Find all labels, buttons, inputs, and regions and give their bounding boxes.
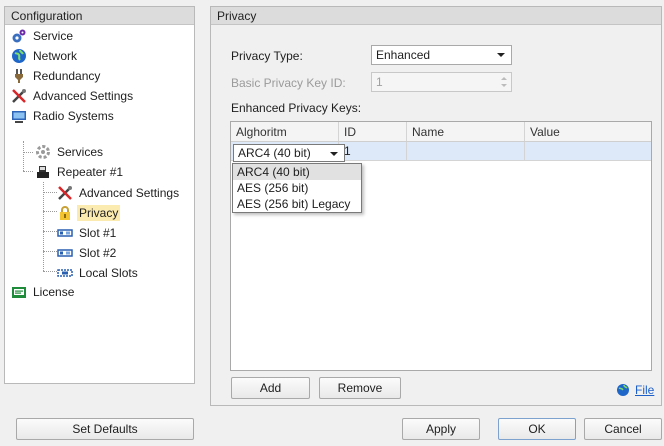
tree-label: Advanced Settings xyxy=(79,185,180,200)
tree-label: Redundancy xyxy=(33,68,101,83)
tree-item-slot-2[interactable]: Slot #2 xyxy=(57,243,118,262)
services-gear-icon xyxy=(36,144,50,159)
privacy-type-select[interactable]: Enhanced xyxy=(371,45,512,65)
repeater-icon xyxy=(37,165,49,178)
tree-label: Service xyxy=(33,28,74,43)
algorithm-dropdown: ARC4 (40 bit) AES (256 bit) AES (256 bit… xyxy=(232,163,362,213)
slot-icon xyxy=(57,228,73,237)
network-globe-icon xyxy=(12,48,26,63)
algorithm-editor-value: ARC4 (40 bit) xyxy=(238,146,311,160)
tree-item-license[interactable]: License xyxy=(11,282,76,301)
apply-button[interactable]: Apply xyxy=(402,418,480,440)
privacy-header: Privacy xyxy=(211,7,661,25)
spin-down-icon xyxy=(501,84,507,87)
cell-value[interactable] xyxy=(525,142,651,160)
tree-label: Slot #2 xyxy=(79,245,117,260)
column-header-id[interactable]: ID xyxy=(339,122,407,141)
set-defaults-button[interactable]: Set Defaults xyxy=(16,418,194,440)
tree-item-local-slots[interactable]: Local Slots xyxy=(57,263,140,282)
tools-icon xyxy=(12,88,26,103)
tree-item-slot-1[interactable]: Slot #1 xyxy=(57,223,118,242)
cancel-button[interactable]: Cancel xyxy=(584,418,662,440)
lock-icon xyxy=(60,205,70,220)
basic-privacy-key-label: Basic Privacy Key ID: xyxy=(231,76,346,90)
tree-item-repeater-advanced-settings[interactable]: Advanced Settings xyxy=(57,183,181,202)
license-icon xyxy=(12,286,26,298)
add-button[interactable]: Add xyxy=(231,377,310,399)
column-header-algorithm[interactable]: Alghoritm xyxy=(231,122,339,141)
tree-label: Network xyxy=(33,48,78,63)
algorithm-cell-editor[interactable]: ARC4 (40 bit) xyxy=(233,144,345,162)
redundancy-plug-icon xyxy=(15,68,23,83)
grid-header: Alghoritm ID Name Value xyxy=(231,122,651,142)
tree-label: Services xyxy=(57,144,104,159)
ok-button[interactable]: OK xyxy=(498,418,576,440)
tree-item-repeater-1[interactable]: Repeater #1 xyxy=(35,162,125,181)
cell-id[interactable]: 1 xyxy=(339,142,407,160)
column-header-name[interactable]: Name xyxy=(407,122,525,141)
tree-label: License xyxy=(33,284,75,299)
tree-item-privacy[interactable]: Privacy xyxy=(57,203,121,222)
file-link[interactable]: File xyxy=(635,383,654,397)
chevron-down-icon xyxy=(497,53,505,57)
tree-label: Privacy xyxy=(77,204,121,221)
tree-item-radio-systems[interactable]: Radio Systems xyxy=(11,106,116,125)
basic-privacy-key-value: 1 xyxy=(376,75,383,89)
slot-icon xyxy=(57,248,73,257)
tools-icon xyxy=(58,185,72,200)
remove-button[interactable]: Remove xyxy=(319,377,401,399)
tree-item-advanced-settings[interactable]: Advanced Settings xyxy=(11,86,135,105)
configuration-header: Configuration xyxy=(5,7,194,25)
tree-item-redundancy[interactable]: Redundancy xyxy=(11,66,102,85)
tree-item-service[interactable]: Service xyxy=(11,26,75,45)
enhanced-privacy-keys-label: Enhanced Privacy Keys: xyxy=(231,101,362,115)
dropdown-option-arc4[interactable]: ARC4 (40 bit) xyxy=(233,164,361,180)
radio-systems-icon xyxy=(12,110,26,123)
service-gear-icon xyxy=(12,29,26,42)
privacy-type-label: Privacy Type: xyxy=(231,49,303,63)
file-globe-icon[interactable] xyxy=(614,382,632,398)
dropdown-option-aes-legacy[interactable]: AES (256 bit) Legacy xyxy=(233,196,361,212)
tree-item-services[interactable]: Services xyxy=(35,142,105,161)
tree-label: Repeater #1 xyxy=(57,164,124,179)
column-header-value[interactable]: Value xyxy=(525,122,651,141)
configuration-panel: Configuration Service Network Redundancy… xyxy=(4,6,195,384)
enhanced-keys-grid[interactable]: Alghoritm ID Name Value 1 ARC4 (40 bit) xyxy=(230,121,652,371)
cell-name[interactable] xyxy=(407,142,525,160)
dropdown-option-aes[interactable]: AES (256 bit) xyxy=(233,180,361,196)
local-slot-icon xyxy=(57,268,73,277)
tree-label: Advanced Settings xyxy=(33,88,134,103)
tree-label: Local Slots xyxy=(79,265,138,280)
chevron-down-icon[interactable] xyxy=(330,152,338,156)
tree-item-network[interactable]: Network xyxy=(11,46,79,65)
privacy-type-value: Enhanced xyxy=(376,48,431,62)
tree-label: Slot #1 xyxy=(79,225,117,240)
tree-label: Radio Systems xyxy=(33,108,114,123)
spin-up-icon xyxy=(501,77,507,80)
basic-privacy-key-spinner[interactable]: 1 xyxy=(371,72,512,92)
